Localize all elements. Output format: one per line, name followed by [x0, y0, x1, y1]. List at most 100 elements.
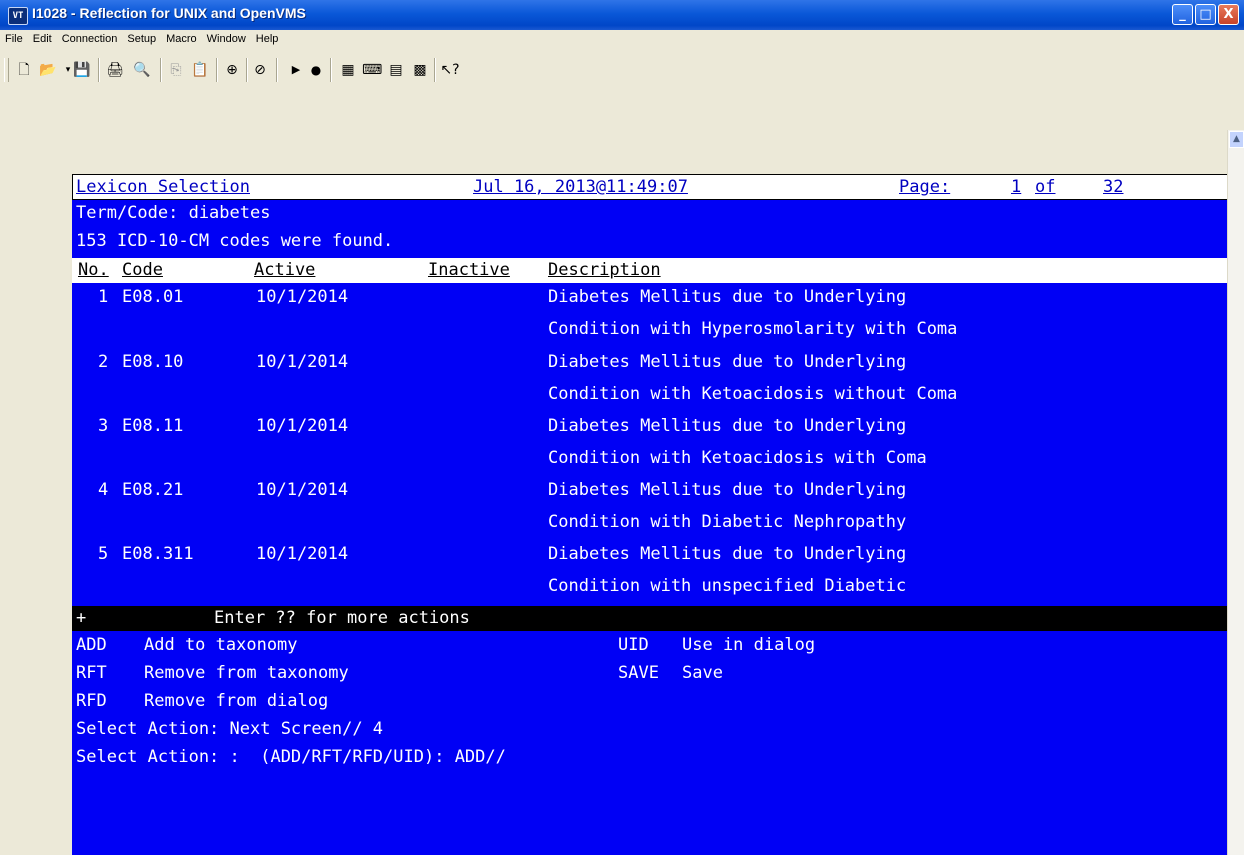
close-button[interactable]: X [1218, 4, 1239, 25]
terminal-frame: Lexicon Selection Jul 16, 2013@11:49:07 … [0, 130, 1229, 855]
vertical-scrollbar[interactable]: ▲ [1227, 130, 1244, 855]
menu-connection[interactable]: Connection [57, 30, 123, 45]
term-code-line: Term/Code: diabetes [76, 203, 271, 223]
connect-icon[interactable]: ⊕ [222, 60, 242, 80]
toolbar-separator [330, 58, 332, 82]
page-label: Page: [899, 177, 951, 197]
disconnect-icon[interactable]: ⊘ [250, 60, 270, 80]
toolbar-separator [434, 58, 436, 82]
action-code: SAVE [618, 663, 659, 683]
title-bar: VT I1028 - Reflection for UNIX and OpenV… [0, 0, 1244, 30]
col-code: Code [122, 260, 163, 280]
toolbar: 🗋 📂 ▾ 💾 🖨 🔍 ⎘ 📋 ⊕ ⊘ ▶ ● ▦ ⌨ ▤ ▩ ↖? [0, 50, 1244, 130]
menu-setup[interactable]: Setup [122, 30, 161, 45]
page-of: of [1035, 177, 1056, 197]
minimize-icon: _ [1179, 7, 1186, 22]
record-icon[interactable]: ● [306, 60, 326, 80]
row-active: 10/1/2014 [256, 287, 349, 307]
row-code: E08.21 [122, 480, 184, 500]
menu-bar: File Edit Connection Setup Macro Window Help [0, 30, 1244, 50]
action-code: RFD [76, 691, 107, 711]
toolbar-separator [160, 58, 162, 82]
terminal-screen[interactable]: Lexicon Selection Jul 16, 2013@11:49:07 … [72, 174, 1229, 855]
row-description-cont: Condition with Diabetic Nephropathy [548, 512, 907, 532]
print-icon[interactable]: 🖨 [105, 60, 125, 80]
col-inactive: Inactive [428, 260, 510, 280]
row-description: Diabetes Mellitus due to Underlying [548, 287, 907, 307]
copy-icon[interactable]: ⎘ [166, 60, 186, 80]
found-count-line: 153 ICD-10-CM codes were found. [76, 231, 394, 251]
row-code: E08.01 [122, 287, 184, 307]
terminal-setup-icon[interactable]: ▤ [386, 60, 406, 80]
page-current: 1 [1011, 177, 1022, 197]
col-no: No. [78, 260, 109, 280]
row-code: E08.11 [122, 416, 184, 436]
row-no: 4 [98, 480, 109, 500]
row-code: E08.10 [122, 352, 184, 372]
save-icon[interactable]: 💾 [72, 60, 92, 80]
row-no: 3 [98, 416, 109, 436]
action-code: ADD [76, 635, 107, 655]
new-icon[interactable]: 🗋 [14, 60, 34, 80]
column-header: No. Code Active Inactive Description [72, 258, 1229, 283]
row-active: 10/1/2014 [256, 352, 349, 372]
row-code: E08.311 [122, 544, 194, 564]
toolbar-setup-icon[interactable]: ▩ [410, 60, 430, 80]
toolbar-separator [276, 58, 278, 82]
row-description-cont: Condition with Hyperosmolarity with Coma [548, 319, 958, 339]
row-description: Diabetes Mellitus due to Underlying [548, 416, 907, 436]
more-marker: + [76, 608, 87, 628]
keyboard-icon[interactable]: ⌨ [362, 60, 382, 80]
row-description: Diabetes Mellitus due to Underlying [548, 480, 907, 500]
paste-icon[interactable]: 📋 [190, 60, 210, 80]
page-total: 32 [1103, 177, 1124, 197]
find-icon[interactable]: 🔍 [132, 60, 152, 80]
menu-window[interactable]: Window [202, 30, 251, 45]
more-actions-text: Enter ?? for more actions [214, 608, 470, 628]
row-description-cont: Condition with unspecified Diabetic [548, 576, 907, 596]
row-description: Diabetes Mellitus due to Underlying [548, 352, 907, 372]
row-no: 5 [98, 544, 109, 564]
menu-help[interactable]: Help [251, 30, 284, 45]
row-active: 10/1/2014 [256, 416, 349, 436]
row-active: 10/1/2014 [256, 480, 349, 500]
row-no: 1 [98, 287, 109, 307]
toolbar-separator [98, 58, 100, 82]
action-label: Remove from taxonomy [144, 663, 349, 683]
help-icon[interactable]: ↖? [440, 60, 460, 80]
select-action-input[interactable]: Select Action: : (ADD/RFT/RFD/UID): ADD/… [76, 745, 506, 769]
screen-datetime: Jul 16, 2013@11:49:07 [473, 177, 688, 197]
more-actions-bar: + Enter ?? for more actions [72, 606, 1229, 631]
action-label: Remove from dialog [144, 691, 329, 711]
toolbar-grip[interactable] [4, 58, 9, 82]
maximize-icon: □ [1199, 7, 1212, 22]
scroll-up-icon[interactable]: ▲ [1229, 131, 1244, 148]
play-icon[interactable]: ▶ [286, 60, 306, 80]
close-icon: X [1223, 7, 1234, 22]
screen-header: Lexicon Selection Jul 16, 2013@11:49:07 … [72, 174, 1229, 200]
row-description-cont: Condition with Ketoacidosis without Coma [548, 384, 958, 404]
toolbar-separator [246, 58, 248, 82]
action-label: Use in dialog [682, 635, 816, 655]
open-icon[interactable]: 📂 [38, 60, 58, 80]
row-no: 2 [98, 352, 109, 372]
maximize-button[interactable]: □ [1195, 4, 1216, 25]
menu-edit[interactable]: Edit [28, 30, 57, 45]
minimize-button[interactable]: _ [1172, 4, 1193, 25]
action-label: Save [682, 663, 723, 683]
toolbar-separator [216, 58, 218, 82]
display-setup-icon[interactable]: ▦ [338, 60, 358, 80]
col-active: Active [254, 260, 316, 280]
select-action-prompt: Select Action: Next Screen// 4 [76, 719, 384, 739]
col-description: Description [548, 260, 661, 280]
row-description: Diabetes Mellitus due to Underlying [548, 544, 907, 564]
app-icon[interactable]: VT [8, 7, 28, 25]
menu-macro[interactable]: Macro [161, 30, 202, 45]
screen-title: Lexicon Selection [76, 177, 250, 197]
row-active: 10/1/2014 [256, 544, 349, 564]
window-title: I1028 - Reflection for UNIX and OpenVMS [32, 5, 306, 21]
menu-file[interactable]: File [0, 30, 28, 45]
action-code: UID [618, 635, 649, 655]
row-description-cont: Condition with Ketoacidosis with Coma [548, 448, 927, 468]
action-code: RFT [76, 663, 107, 683]
